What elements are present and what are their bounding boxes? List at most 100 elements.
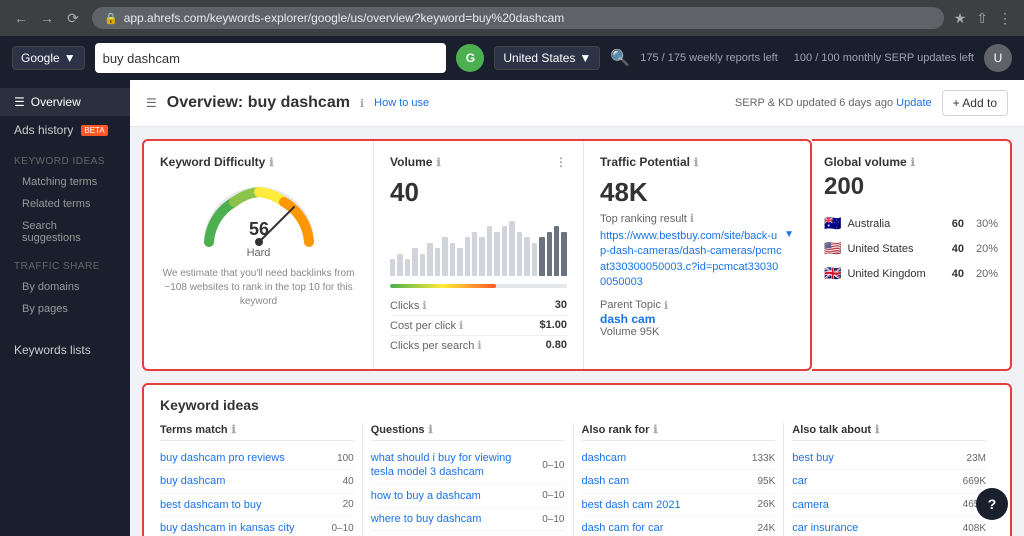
top-ranking-label: Top ranking result ℹ (600, 212, 794, 225)
nav-buttons[interactable]: ← → ⟳ (10, 7, 84, 29)
country-percent: 30% (970, 218, 998, 230)
how-to-use-link[interactable]: How to use (374, 97, 429, 109)
ranking-url-link[interactable]: https://www.bestbuy.com/site/back-up-das… (600, 229, 782, 291)
cpc-info-icon[interactable]: ℹ (459, 319, 463, 332)
global-volume-title: Global volume ℹ (824, 155, 998, 169)
questions-header: Questions ℹ (371, 423, 565, 441)
ki-row: camera 465K (792, 494, 986, 517)
metrics-cards: Keyword Difficulty ℹ (142, 139, 812, 371)
cps-value: 0.80 (546, 339, 567, 352)
forward-button[interactable]: → (36, 7, 58, 29)
refresh-button[interactable]: ⟳ (62, 7, 84, 29)
volume-bar (539, 237, 544, 276)
keyword-difficulty-card: Keyword Difficulty ℹ (144, 141, 374, 369)
monthly-serp-text: 100 / 100 monthly SERP updates left (794, 52, 974, 64)
ki-link[interactable]: dashcam (582, 451, 752, 465)
volume-bar (435, 248, 440, 276)
back-button[interactable]: ← (10, 7, 32, 29)
flag-icon: 🇬🇧 (824, 265, 841, 282)
sidebar-item-search-suggestions[interactable]: Search suggestions (0, 215, 130, 249)
ki-row: why should i buy a dashcam 0–10 (371, 531, 565, 536)
country-row: 🇬🇧 United Kingdom 40 20% (824, 261, 998, 286)
ki-link[interactable]: what should i buy for viewing tesla mode… (371, 451, 543, 480)
parent-topic-link[interactable]: dash cam (600, 312, 655, 326)
ki-value: 23M (967, 453, 986, 464)
volume-info-icon[interactable]: ℹ (436, 156, 440, 169)
more-options-icon[interactable]: ⋮ (996, 8, 1014, 29)
sidebar-item-by-domains[interactable]: By domains (0, 276, 130, 298)
terms-match-info-icon[interactable]: ℹ (232, 423, 236, 436)
sidebar-ads-history-label: Ads history (14, 123, 73, 137)
also-rank-column: Also rank for ℹ dashcam 133K dash cam 95… (574, 423, 785, 536)
questions-info-icon[interactable]: ℹ (429, 423, 433, 436)
top-ranking-info-icon[interactable]: ℹ (690, 212, 694, 225)
country-selector[interactable]: United States ▼ (494, 46, 600, 70)
clicks-label: Clicks ℹ (390, 299, 427, 312)
engine-selector[interactable]: Google ▼ (12, 46, 85, 70)
page-title: Overview: buy dashcam (167, 94, 350, 112)
ki-row: best dash cam 2021 26K (582, 494, 776, 517)
sidebar-item-overview[interactable]: ☰ Overview (0, 88, 130, 116)
ki-value: 24K (757, 523, 775, 534)
ki-link[interactable]: best buy (792, 451, 966, 465)
ki-link[interactable]: buy dashcam (160, 474, 343, 488)
sidebar-item-by-pages[interactable]: By pages (0, 298, 130, 320)
search-button[interactable]: 🔍 (610, 48, 630, 68)
ki-link[interactable]: buy dashcam pro reviews (160, 451, 337, 465)
ki-link[interactable]: how to buy a dashcam (371, 489, 543, 503)
ki-link[interactable]: dash cam (582, 474, 758, 488)
app-header: Google ▼ G United States ▼ 🔍 175 / 175 w… (0, 36, 1024, 80)
ki-link[interactable]: best dashcam to buy (160, 498, 343, 512)
sidebar-item-matching-terms[interactable]: Matching terms (0, 171, 130, 193)
ki-link[interactable]: camera (792, 498, 962, 512)
sidebar-overview-label: Overview (31, 95, 81, 109)
keyword-search-input[interactable] (103, 51, 439, 66)
sidebar-item-ads-history[interactable]: Ads history BETA (0, 116, 130, 144)
add-to-button[interactable]: + Add to (942, 90, 1008, 116)
ki-row: what should i buy for viewing tesla mode… (371, 447, 565, 485)
kd-info-icon[interactable]: ℹ (269, 156, 273, 169)
serp-update-info: SERP & KD updated 6 days ago Update (735, 97, 932, 109)
gauge-svg: 56 (199, 177, 319, 247)
browser-bar: ← → ⟳ 🔒 app.ahrefs.com/keywords-explorer… (0, 0, 1024, 36)
hamburger-menu-icon[interactable]: ☰ (146, 96, 157, 110)
volume-bars (390, 216, 567, 276)
traffic-info-icon[interactable]: ℹ (694, 156, 698, 169)
bookmark-star-icon[interactable]: ★ (952, 8, 969, 29)
parent-topic-info-icon[interactable]: ℹ (664, 299, 668, 312)
clicks-value: 30 (555, 299, 567, 312)
country-volume: 40 (940, 243, 964, 255)
flag-icon: 🇺🇸 (824, 240, 841, 257)
sidebar-item-related-terms[interactable]: Related terms (0, 193, 130, 215)
ki-link[interactable]: car insurance (792, 521, 962, 535)
share-icon[interactable]: ⇧ (974, 8, 990, 29)
ki-row: buy dashcam pro reviews 100 (160, 447, 354, 470)
volume-bar (442, 237, 447, 276)
engine-dropdown-icon: ▼ (64, 51, 76, 65)
page-header: ☰ Overview: buy dashcam ℹ How to use SER… (130, 80, 1024, 127)
search-input-wrap (95, 43, 447, 73)
also-rank-info-icon[interactable]: ℹ (653, 423, 657, 436)
help-button[interactable]: ? (976, 488, 1008, 520)
ki-link[interactable]: buy dashcam in kansas city (160, 521, 332, 535)
top-section: Keyword Difficulty ℹ (142, 139, 1012, 371)
volume-more-icon[interactable]: ⋮ (555, 155, 567, 169)
grader-button[interactable]: G (456, 44, 484, 72)
clicks-info-icon[interactable]: ℹ (422, 299, 426, 312)
ki-link[interactable]: best dash cam 2021 (582, 498, 758, 512)
ki-link[interactable]: dash cam for car (582, 521, 758, 535)
ki-link[interactable]: car (792, 474, 962, 488)
cps-info-icon[interactable]: ℹ (477, 339, 481, 352)
ki-link[interactable]: where to buy dashcam (371, 512, 543, 526)
lock-icon: 🔒 (104, 12, 118, 25)
user-avatar[interactable]: U (984, 44, 1012, 72)
cpc-label: Cost per click ℹ (390, 319, 463, 332)
url-dropdown-icon[interactable]: ▼ (784, 229, 794, 240)
also-talk-info-icon[interactable]: ℹ (875, 423, 879, 436)
volume-bar (405, 259, 410, 276)
url-text: app.ahrefs.com/keywords-explorer/google/… (124, 11, 565, 25)
address-bar[interactable]: 🔒 app.ahrefs.com/keywords-explorer/googl… (92, 7, 944, 29)
sidebar-item-keywords-lists[interactable]: Keywords lists (0, 336, 130, 364)
global-volume-info-icon[interactable]: ℹ (911, 156, 915, 169)
update-link[interactable]: Update (896, 97, 931, 109)
